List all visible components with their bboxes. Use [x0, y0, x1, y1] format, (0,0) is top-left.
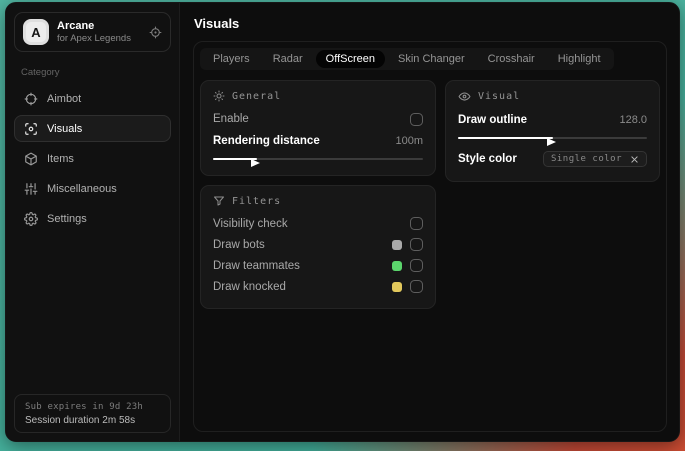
enable-label: Enable [213, 113, 249, 125]
style-color-select[interactable]: Single color [542, 151, 647, 167]
general-panel: General Enable Rendering distance 100m [200, 80, 436, 176]
category-label: Category [21, 67, 60, 78]
draw-knocked-color-swatch[interactable] [392, 281, 402, 292]
visibility-check-checkbox[interactable] [410, 217, 423, 230]
draw-teammates-color-swatch[interactable] [392, 260, 402, 271]
package-icon [24, 152, 38, 166]
slider-thumb[interactable] [546, 138, 556, 146]
filter-label: Draw teammates [213, 259, 300, 272]
sidebar-item-miscellaneous[interactable]: Miscellaneous [14, 175, 171, 202]
rendering-distance-slider[interactable] [213, 154, 423, 167]
visual-panel: Visual Draw outline 128.0 Style color Si… [445, 80, 660, 182]
sub-expires-text: Sub expires in 9d 23h [25, 402, 143, 412]
tab-bar: Players Radar OffScreen Skin Changer Cro… [200, 48, 614, 70]
style-color-row: Style color Single color [458, 148, 647, 170]
slider-fill [213, 158, 261, 167]
app-name: Arcane [57, 20, 95, 32]
app-subtitle: for Apex Legends [57, 33, 131, 44]
style-color-label: Style color [458, 153, 517, 165]
draw-knocked-checkbox[interactable] [410, 280, 423, 293]
sidebar-item-items[interactable]: Items [14, 145, 171, 172]
tab-skin-changer[interactable]: Skin Changer [388, 50, 475, 68]
funnel-icon [213, 195, 225, 207]
sidebar-item-label: Visuals [47, 122, 83, 135]
draw-outline-label: Draw outline [458, 114, 528, 126]
tab-highlight[interactable]: Highlight [548, 50, 611, 68]
gear-icon [24, 211, 38, 226]
draw-outline-slider[interactable] [458, 133, 647, 146]
panel-title: Visual [478, 91, 521, 102]
target-icon[interactable] [149, 26, 162, 39]
filter-label: Draw knocked [213, 280, 286, 293]
eye-icon [458, 90, 471, 103]
sidebar-item-settings[interactable]: Settings [14, 205, 171, 232]
sidebar-item-aimbot[interactable]: Aimbot [14, 85, 171, 112]
page-title: Visuals [194, 16, 240, 31]
sidebar-item-label: Miscellaneous [47, 182, 117, 195]
sidebar-item-label: Aimbot [47, 92, 82, 105]
filter-row-visibility-check: Visibility check [213, 213, 423, 234]
scan-eye-icon [24, 122, 38, 136]
crosshair-icon [24, 92, 38, 106]
sliders-icon [24, 182, 38, 196]
filter-row-draw-bots: Draw bots [213, 234, 423, 255]
app-logo: A [23, 19, 49, 45]
tab-radar[interactable]: Radar [263, 50, 313, 68]
sidebar-item-label: Settings [47, 212, 87, 225]
style-color-value: Single color [550, 154, 622, 164]
rendering-distance-label: Rendering distance [213, 135, 320, 147]
app-header-card: A Arcane for Apex Legends [14, 12, 171, 52]
enable-checkbox[interactable] [410, 112, 423, 126]
filter-label: Visibility check [213, 217, 288, 230]
sidebar: A Arcane for Apex Legends Category Aimbo… [6, 3, 180, 441]
tab-players[interactable]: Players [203, 50, 260, 68]
filter-row-draw-knocked: Draw knocked [213, 276, 423, 297]
session-duration-text: Session duration 2m 58s [25, 415, 136, 426]
tab-offscreen[interactable]: OffScreen [315, 50, 385, 68]
close-icon[interactable] [630, 155, 639, 164]
content-frame: Players Radar OffScreen Skin Changer Cro… [193, 41, 667, 432]
rendering-distance-value: 100m [395, 135, 423, 147]
enable-row: Enable [213, 108, 423, 130]
draw-bots-color-swatch[interactable] [392, 239, 402, 250]
draw-outline-row: Draw outline 128.0 [458, 109, 647, 131]
rendering-distance-row: Rendering distance 100m [213, 130, 423, 152]
sidebar-nav: Aimbot Visuals Items Miscellaneous Setti… [14, 85, 171, 232]
main-area: Visuals Players Radar OffScreen Skin Cha… [180, 3, 679, 441]
panel-title: Filters [232, 195, 282, 207]
panel-title: General [232, 90, 282, 102]
sidebar-item-visuals[interactable]: Visuals [14, 115, 171, 142]
app-window: A Arcane for Apex Legends Category Aimbo… [5, 2, 680, 442]
draw-bots-checkbox[interactable] [410, 238, 423, 251]
draw-outline-value: 128.0 [619, 114, 647, 126]
subscription-card: Sub expires in 9d 23h Session duration 2… [14, 394, 171, 433]
slider-fill [458, 137, 556, 146]
draw-teammates-checkbox[interactable] [410, 259, 423, 272]
tab-crosshair[interactable]: Crosshair [478, 50, 545, 68]
sidebar-item-label: Items [47, 152, 74, 165]
slider-thumb[interactable] [251, 159, 261, 167]
filters-panel: Filters Visibility check Draw bots Draw … [200, 185, 436, 309]
sun-icon [213, 90, 225, 102]
filter-label: Draw bots [213, 238, 265, 251]
filter-row-draw-teammates: Draw teammates [213, 255, 423, 276]
